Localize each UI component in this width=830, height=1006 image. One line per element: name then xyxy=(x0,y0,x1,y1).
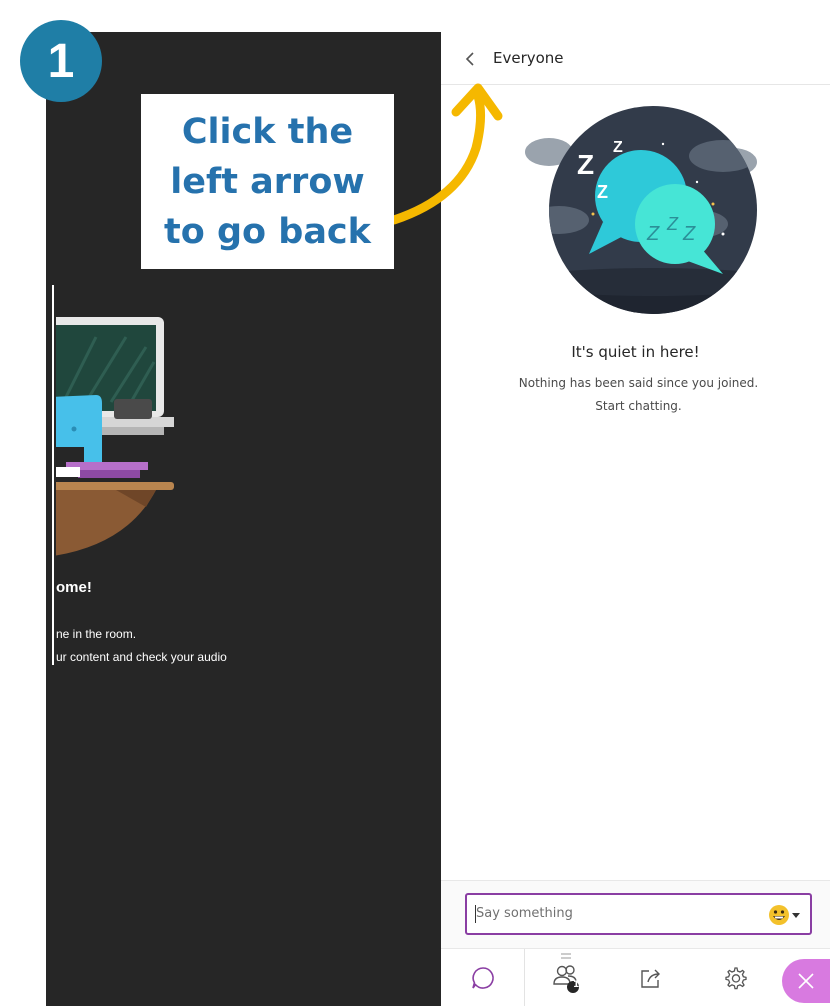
message-composer: Say something xyxy=(441,880,830,948)
back-button[interactable] xyxy=(459,48,481,70)
emoji-picker-button[interactable] xyxy=(768,903,802,927)
svg-text:Z: Z xyxy=(597,182,608,202)
svg-text:Z: Z xyxy=(682,223,696,245)
step-number-badge: 1 xyxy=(20,20,102,102)
tab-chat[interactable] xyxy=(441,949,525,1006)
classroom-illustration xyxy=(56,317,174,556)
callout-line: to go back xyxy=(164,211,371,252)
instruction-callout: Click the left arrow to go back xyxy=(141,94,394,269)
chat-header-title: Everyone xyxy=(493,49,564,67)
welcome-line: ne in the room. xyxy=(56,627,137,641)
panel-nav-bar: 1 xyxy=(441,948,830,1006)
tab-settings[interactable] xyxy=(693,949,777,1006)
stage-divider xyxy=(52,285,54,665)
svg-text:Z: Z xyxy=(646,223,660,245)
share-icon xyxy=(641,969,660,988)
close-panel-button[interactable] xyxy=(782,959,830,1003)
svg-text:Z: Z xyxy=(666,214,679,234)
empty-state-text: Nothing has been said since you joined. xyxy=(518,376,759,390)
welcome-line: ur content and check your audio xyxy=(56,650,227,664)
callout-line: left arrow xyxy=(170,161,365,202)
svg-text:Z: Z xyxy=(613,139,623,156)
gear-icon xyxy=(725,967,747,990)
tab-share-content[interactable] xyxy=(609,949,693,1006)
message-input[interactable]: Say something xyxy=(465,893,812,935)
sleeping-chat-illustration: Z Z Z Z Z Z xyxy=(525,106,757,314)
close-icon xyxy=(798,973,814,989)
svg-text:Z: Z xyxy=(577,149,594,180)
callout-line: Click the xyxy=(181,111,354,152)
grinning-face-icon xyxy=(769,905,800,925)
tab-attendees[interactable]: 1 xyxy=(525,949,609,1006)
empty-state-title: It's quiet in here! xyxy=(571,343,700,361)
attendee-count-badge: 1 xyxy=(573,980,580,990)
message-placeholder: Say something xyxy=(476,906,573,921)
chevron-left-icon xyxy=(465,52,474,66)
chat-bubble-icon xyxy=(471,967,494,989)
curved-arrow-icon xyxy=(389,83,503,225)
empty-state-text: Start chatting. xyxy=(595,399,682,413)
welcome-title: ome! xyxy=(56,579,92,596)
